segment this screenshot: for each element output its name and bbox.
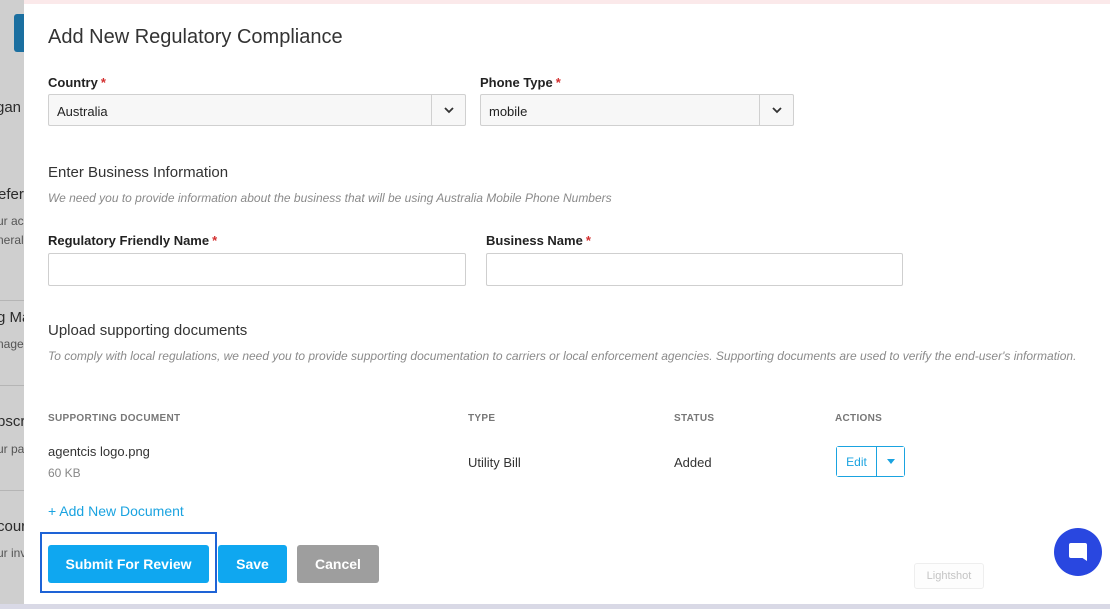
phone-type-select[interactable]: mobile [480,94,794,126]
cancel-button[interactable]: Cancel [297,545,379,583]
friendly-name-label-text: Regulatory Friendly Name [48,233,210,248]
document-size: 60 KB [48,466,81,480]
table-row: agentcis logo.png 60 KB Utility Bill Add… [48,442,908,486]
required-marker: * [212,233,218,248]
business-info-hint: We need you to provide information about… [48,191,612,205]
background-text: cour [0,518,24,535]
column-header-document: SUPPORTING DOCUMENT [48,413,181,424]
friendly-name-input[interactable] [48,253,466,286]
background-text: ur pa [0,442,24,456]
chevron-down-icon [431,95,465,125]
column-header-type: TYPE [468,413,496,424]
document-actions-group: Edit [836,446,905,477]
lightshot-watermark: Lightshot [914,563,984,589]
required-marker: * [585,233,591,248]
country-label: Country * [48,75,106,90]
chat-bubble-icon [1069,543,1087,561]
background-text: eferi [0,186,24,203]
column-header-status: STATUS [674,413,715,424]
country-select-value: Australia [57,104,108,119]
document-status: Added [674,455,712,470]
background-text: nage [0,337,24,351]
business-name-label: Business Name * [486,233,591,248]
chevron-down-icon [759,95,793,125]
background-text: ur inv [0,546,24,560]
background-text: g Ma [0,309,24,326]
friendly-name-label: Regulatory Friendly Name * [48,233,217,248]
actions-dropdown-button[interactable] [877,447,904,476]
business-name-label-text: Business Name [486,233,583,248]
background-left-column: gan eferi ur ac neral g Ma nage bscri ur… [0,0,24,609]
required-marker: * [100,75,106,90]
phone-type-label-text: Phone Type [480,75,553,90]
business-info-heading: Enter Business Information [48,164,229,181]
background-text: ur ac [0,214,24,228]
background-text: neral [0,233,24,247]
chat-widget-button[interactable] [1054,528,1102,576]
background-button [14,14,24,52]
column-header-actions: ACTIONS [835,413,883,424]
documents-heading: Upload supporting documents [48,322,248,339]
country-label-text: Country [48,75,98,90]
document-name: agentcis logo.png [48,444,150,459]
submit-for-review-button[interactable]: Submit For Review [48,545,209,583]
background-divider [0,385,24,386]
caret-down-icon [886,459,895,464]
business-name-input[interactable] [486,253,903,286]
background-bottom-strip [0,604,1110,609]
phone-type-select-value: mobile [489,104,528,119]
background-divider [0,300,24,301]
modal-title: Add New Regulatory Compliance [48,26,343,48]
country-select[interactable]: Australia [48,94,466,126]
regulatory-compliance-modal: Add New Regulatory Compliance Country * A… [24,4,1110,604]
background-text: bscri [0,413,24,430]
background-text: gan [0,99,22,116]
background-divider [0,490,24,491]
documents-hint: To comply with local regulations, we nee… [48,349,1077,363]
save-button[interactable]: Save [218,545,287,583]
add-new-document-link[interactable]: + Add New Document [48,503,184,519]
edit-button[interactable]: Edit [837,447,877,476]
required-marker: * [555,75,561,90]
phone-type-label: Phone Type * [480,75,561,90]
document-type: Utility Bill [468,455,521,470]
